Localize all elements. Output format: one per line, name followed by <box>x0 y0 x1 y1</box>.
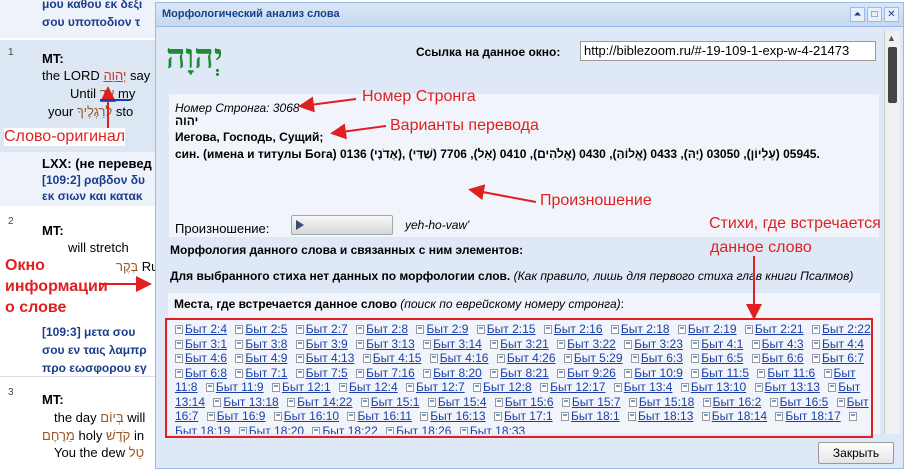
word-text: יהוה <box>175 114 199 128</box>
greek-line: εκ σιων και κατακ <box>42 189 143 203</box>
pronunciation-label: Произношение: <box>175 221 270 236</box>
mt-label: MT: <box>42 223 64 238</box>
greek-line: σου υποποδιον τ <box>42 15 141 29</box>
synonyms: син. (имена и титулы Бога) 0136 (אֲדֹנָי… <box>175 147 820 161</box>
morphology-heading: Морфология данного слова и связанных с н… <box>170 243 524 257</box>
english-word: your <box>48 104 74 119</box>
lxx-label: LXX: (не перевед <box>42 156 152 171</box>
english-word: Until <box>70 86 97 101</box>
english-word: say <box>130 68 151 83</box>
english-word: holy <box>78 428 103 443</box>
hebrew-word[interactable]: קֹדֶשׁ <box>106 428 130 443</box>
verse-number: 2 <box>8 216 14 227</box>
scroll-thumb[interactable] <box>888 47 897 103</box>
hebrew-word-selected[interactable]: יְהוָה <box>103 68 126 83</box>
annotation-window-info: Окно информации о слове <box>2 255 111 318</box>
audio-player[interactable] <box>291 215 393 235</box>
verse-block-3[interactable]: 3 MT: the day בְּיוֹם will מֵרֶחֶם holy … <box>0 376 160 469</box>
annotation-line: Окно <box>5 257 45 274</box>
strong-number: Номер Стронга: 3068 <box>175 101 300 115</box>
close-button[interactable]: Закрыть <box>818 442 894 464</box>
english-word: will stretch <box>68 240 129 255</box>
greek-line: σου εν ταις λαμπρ <box>42 343 147 357</box>
link-field[interactable]: http://biblezoom.ru/#-19-109-1-exp-w-4-2… <box>580 41 876 61</box>
translation-variants: Иегова, Господь, Сущий; <box>175 130 324 144</box>
hebrew-word[interactable]: מֵרֶחֶם <box>42 428 75 443</box>
annotation-verses: Стихи, где встречается данное слово <box>709 212 881 260</box>
greek-line: [109:2] ραβδον δυ <box>42 173 146 187</box>
morphology-note: Для выбранного стиха нет данных по морфо… <box>170 269 511 283</box>
places-heading: Места, где встречается данное слово <box>174 297 397 311</box>
interlinear-line: your לְרַגְלֶיךָ sto <box>48 103 133 120</box>
mt-label: MT: <box>42 51 64 66</box>
play-icon[interactable] <box>296 220 304 230</box>
annotation-line: Стихи, где встречается <box>709 215 881 232</box>
greek-line: μου καθου εκ δεξι <box>42 0 143 11</box>
dialog-title: Морфологический анализ слова <box>162 8 340 20</box>
dialog-footer: Закрыть <box>156 438 903 468</box>
interlinear-line: the LORD יְהוָה say <box>42 67 150 84</box>
english-word: my <box>118 86 136 101</box>
morphology-note-line: Для выбранного стиха нет данных по морфо… <box>170 269 853 283</box>
dialog-scrollbar[interactable]: ▲ <box>884 31 900 434</box>
annotation-strong: Номер Стронга <box>362 88 476 105</box>
interlinear-line: בְּקֶר Ru <box>116 258 158 275</box>
english-word: the day <box>54 410 97 425</box>
hebrew-word[interactable]: עַד <box>100 86 115 101</box>
scroll-up-icon[interactable]: ▲ <box>887 33 896 43</box>
verse-number: 3 <box>8 387 14 398</box>
interlinear-line: will stretch <box>68 239 129 256</box>
annotation-line: информации <box>5 278 108 295</box>
annotation-line: данное слово <box>710 239 812 256</box>
maximize-button[interactable]: □ <box>867 7 882 22</box>
greek-line: [109:3] μετα σου <box>42 325 136 339</box>
mt-label: MT: <box>42 392 64 407</box>
places-hint: (поиск по еврейскому номеру стронга) <box>400 297 621 311</box>
places-heading-line: Места, где встречается данное слово (пои… <box>174 297 624 311</box>
greek-line: προ εωσφορου εγ <box>42 361 147 374</box>
interlinear-line: Until עַד my <box>70 85 135 102</box>
verse-number: 1 <box>8 47 14 58</box>
annotation-variants: Варианты перевода <box>390 117 539 134</box>
dialog-titlebar[interactable]: Морфологический анализ слова ⏶ □ ✕ <box>156 3 903 27</box>
english-word: will <box>127 410 146 425</box>
hebrew-word[interactable]: לְרַגְלֶיךָ <box>77 104 112 119</box>
pronunciation-text: yeh-ho-vaw' <box>405 218 470 232</box>
close-icon[interactable]: ✕ <box>884 7 899 22</box>
interlinear-line: the day בְּיוֹם will <box>54 409 145 426</box>
collapse-button[interactable]: ⏶ <box>850 7 865 22</box>
places-colon: : <box>620 297 624 311</box>
english-word: sto <box>115 104 134 119</box>
hebrew-word[interactable]: טַל <box>129 445 144 460</box>
hebrew-word-heading: יְהוָה <box>166 37 223 77</box>
annotation-original-word: Слово-оригинал <box>4 128 126 146</box>
interlinear-line: מֵרֶחֶם holy קֹדֶשׁ in <box>42 427 144 444</box>
english-word: the LORD <box>42 68 100 83</box>
annotation-line: о слове <box>5 299 67 316</box>
verses-highlight-box <box>165 318 873 438</box>
verse-block-top: μου καθου εκ δεξι σου υποποδιον τ <box>0 0 160 38</box>
verse-block-lxx: LXX: (не перевед [109:2] ραβδον δυ εκ σι… <box>0 152 160 206</box>
link-label: Ссылка на данное окно: <box>416 45 561 59</box>
english-word: You the dew <box>54 445 126 460</box>
hebrew-word[interactable]: בְּיוֹם <box>100 410 123 425</box>
interlinear-line: You the dew טַל <box>54 444 144 461</box>
hebrew-word[interactable]: בְּקֶר <box>116 259 138 274</box>
english-word: in <box>133 428 145 443</box>
annotation-pronunciation: Произношение <box>540 192 652 209</box>
morphology-hint: (Как правило, лишь для первого стиха гла… <box>513 269 854 283</box>
